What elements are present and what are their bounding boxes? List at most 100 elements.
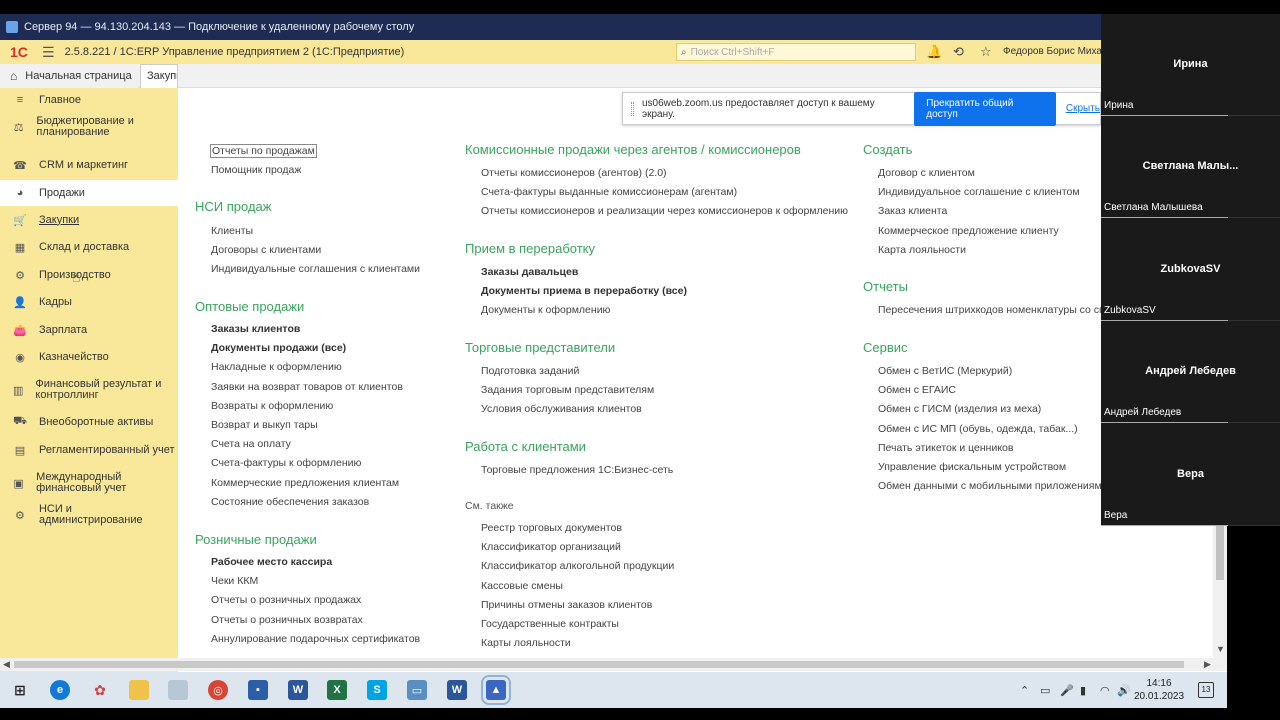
- section-commission[interactable]: Комиссионные продажи через агентов / ком…: [465, 142, 801, 157]
- tab-purchases[interactable]: Закупк: [140, 64, 178, 88]
- retail-link[interactable]: Аннулирование подарочных сертификатов: [211, 633, 420, 645]
- participant-tile[interactable]: Светлана Малы... Светлана Малышева: [1101, 116, 1280, 219]
- horizontal-scrollbar[interactable]: ◀ ▶: [0, 658, 1227, 671]
- see-also-link[interactable]: Кассовые смены: [481, 580, 563, 592]
- hide-button[interactable]: Скрыть: [1066, 103, 1100, 114]
- wholesale-link[interactable]: Возврат и выкуп тары: [211, 419, 318, 431]
- wholesale-link[interactable]: Документы продажи (все): [211, 342, 346, 354]
- windows-start-icon[interactable]: ⊞: [10, 680, 30, 700]
- link-sales-reports[interactable]: Отчеты по продажам: [210, 144, 317, 158]
- drag-handle-icon[interactable]: [631, 101, 634, 116]
- see-also-link[interactable]: Классификатор организаций: [481, 541, 621, 553]
- skype-icon[interactable]: S: [367, 680, 387, 700]
- search-input[interactable]: ⌕ Поиск Ctrl+Shift+F: [676, 43, 916, 61]
- word-icon[interactable]: W: [288, 680, 308, 700]
- battery-icon[interactable]: ▮: [1080, 684, 1086, 697]
- retail-link[interactable]: Отчеты о розничных продажах: [211, 594, 361, 606]
- tray-device-icon[interactable]: ▭: [1040, 684, 1050, 697]
- create-link[interactable]: Заказ клиента: [878, 205, 947, 217]
- tray-chevron-icon[interactable]: ⌃: [1020, 684, 1029, 697]
- tab-home[interactable]: ⌂ Начальная страница: [0, 64, 138, 88]
- clock[interactable]: 14:16 20.01.2023: [1133, 677, 1185, 703]
- section-retail[interactable]: Розничные продажи: [195, 532, 317, 547]
- sidebar-item-6[interactable]: ⚙ Производство: [0, 263, 178, 287]
- folder-icon[interactable]: [129, 680, 149, 700]
- sidebar-item-2[interactable]: ☎ CRM и маркетинг: [0, 153, 178, 177]
- retail-link[interactable]: Чеки ККМ: [211, 575, 258, 587]
- excel-icon[interactable]: X: [327, 680, 347, 700]
- scroll-right-icon[interactable]: ▶: [1204, 659, 1211, 670]
- sidebar-item-4[interactable]: 🛒 Закупки: [0, 208, 178, 232]
- create-link[interactable]: Коммерческое предложение клиенту: [878, 225, 1059, 237]
- sidebar-item-14[interactable]: ⚙ НСИ и администрирование: [0, 503, 178, 527]
- participant-tile[interactable]: Андрей Лебедев Андрей Лебедев: [1101, 321, 1280, 424]
- retail-link[interactable]: Рабочее место кассира: [211, 556, 332, 568]
- notepad-icon[interactable]: [168, 680, 188, 700]
- wholesale-link[interactable]: Счета-фактуры к оформлению: [211, 457, 361, 469]
- see-also-link[interactable]: Реестр торговых документов: [481, 522, 622, 534]
- service-link[interactable]: Обмен данными с мобильными приложениями: [878, 480, 1101, 492]
- link-clients[interactable]: Клиенты: [211, 225, 253, 237]
- save-app-icon[interactable]: ▪: [248, 680, 268, 700]
- link-docs-to-process[interactable]: Документы к оформлению: [481, 304, 610, 316]
- see-also-link[interactable]: Классификатор алкогольной продукции: [481, 560, 674, 572]
- create-link[interactable]: Карта лояльности: [878, 244, 966, 256]
- wholesale-link[interactable]: Заявки на возврат товаров от клиентов: [211, 381, 403, 393]
- wholesale-link[interactable]: Накладные к оформлению: [211, 361, 342, 373]
- service-link[interactable]: Обмен с ВетИС (Меркурий): [878, 365, 1012, 377]
- section-service[interactable]: Сервис: [863, 340, 908, 355]
- participant-tile[interactable]: Вера Вера: [1101, 423, 1280, 526]
- service-link[interactable]: Управление фискальным устройством: [878, 461, 1066, 473]
- sidebar-item-8[interactable]: 👛 Зарплата: [0, 318, 178, 342]
- wholesale-link[interactable]: Счета на оплату: [211, 438, 291, 450]
- link-service-conditions[interactable]: Условия обслуживания клиентов: [481, 403, 642, 415]
- sidebar-item-13[interactable]: ▣ Международный финансовый учет: [0, 465, 178, 501]
- link-business-network[interactable]: Торговые предложения 1С:Бизнес-сеть: [481, 464, 673, 476]
- sidebar-item-3[interactable]: ◕ Продажи: [0, 180, 178, 206]
- service-link[interactable]: Обмен с ЕГАИС: [878, 384, 956, 396]
- vertical-scroll-thumb[interactable]: [1216, 526, 1224, 580]
- section-sales-reps[interactable]: Торговые представители: [465, 340, 615, 355]
- link-tolling-orders[interactable]: Заказы давальцев: [481, 266, 578, 278]
- rdp-app-icon[interactable]: ▭: [407, 680, 427, 700]
- sidebar-item-11[interactable]: ⛟ Внеоборотные активы: [0, 410, 178, 434]
- section-nsi[interactable]: НСИ продаж: [195, 199, 271, 214]
- service-link[interactable]: Обмен с ГИСМ (изделия из меха): [878, 403, 1041, 415]
- stop-sharing-button[interactable]: Прекратить общий доступ: [914, 91, 1056, 126]
- create-link[interactable]: Договор с клиентом: [878, 167, 975, 179]
- vertical-scrollbar[interactable]: ▼: [1213, 526, 1227, 658]
- participant-tile[interactable]: Ирина Ирина: [1101, 14, 1280, 116]
- user-name[interactable]: Федоров Борис Михайл: [1003, 46, 1101, 57]
- section-processing[interactable]: Прием в переработку: [465, 241, 595, 256]
- link-rep-tasks[interactable]: Задания торговым представителям: [481, 384, 654, 396]
- volume-icon[interactable]: 🔊: [1117, 684, 1131, 697]
- wholesale-link[interactable]: Заказы клиентов: [211, 323, 300, 335]
- see-also-link[interactable]: Государственные контракты: [481, 618, 619, 630]
- scroll-down-icon[interactable]: ▼: [1216, 644, 1225, 654]
- edge-icon[interactable]: e: [50, 680, 70, 700]
- wholesale-link[interactable]: Состояние обеспечения заказов: [211, 496, 369, 508]
- link-commission-reports[interactable]: Отчеты комиссионеров (агентов) (2.0): [481, 167, 667, 179]
- link-commission-to-process[interactable]: Отчеты комиссионеров и реализации через …: [481, 205, 848, 217]
- menu-icon[interactable]: ☰: [42, 44, 55, 61]
- section-reports[interactable]: Отчеты: [863, 279, 908, 294]
- wholesale-link[interactable]: Коммерческие предложения клиентам: [211, 477, 399, 489]
- horizontal-scroll-thumb[interactable]: [14, 661, 1184, 668]
- history-icon[interactable]: ⟲: [953, 44, 964, 60]
- microphone-icon[interactable]: 🎤: [1060, 684, 1074, 697]
- section-client-work[interactable]: Работа с клиентами: [465, 439, 586, 454]
- chrome-icon[interactable]: ◎: [208, 680, 228, 700]
- section-wholesale[interactable]: Оптовые продажи: [195, 299, 304, 314]
- zoom-share-task-icon[interactable]: ▲: [481, 675, 511, 705]
- wifi-icon[interactable]: ◠: [1100, 684, 1110, 697]
- see-also-link[interactable]: Карты лояльности: [481, 637, 571, 649]
- link-agreements[interactable]: Индивидуальные соглашения с клиентами: [211, 263, 420, 275]
- sidebar-item-7[interactable]: 👤 Кадры: [0, 290, 178, 314]
- star-icon[interactable]: ☆: [980, 44, 992, 60]
- scroll-left-icon[interactable]: ◀: [3, 659, 10, 670]
- section-create[interactable]: Создать: [863, 142, 912, 157]
- link-sales-assistant[interactable]: Помощник продаж: [211, 164, 301, 176]
- create-link[interactable]: Индивидуальное соглашение с клиентом: [878, 186, 1080, 198]
- see-also-link[interactable]: Причины отмены заказов клиентов: [481, 599, 652, 611]
- word-doc-icon[interactable]: W: [447, 680, 467, 700]
